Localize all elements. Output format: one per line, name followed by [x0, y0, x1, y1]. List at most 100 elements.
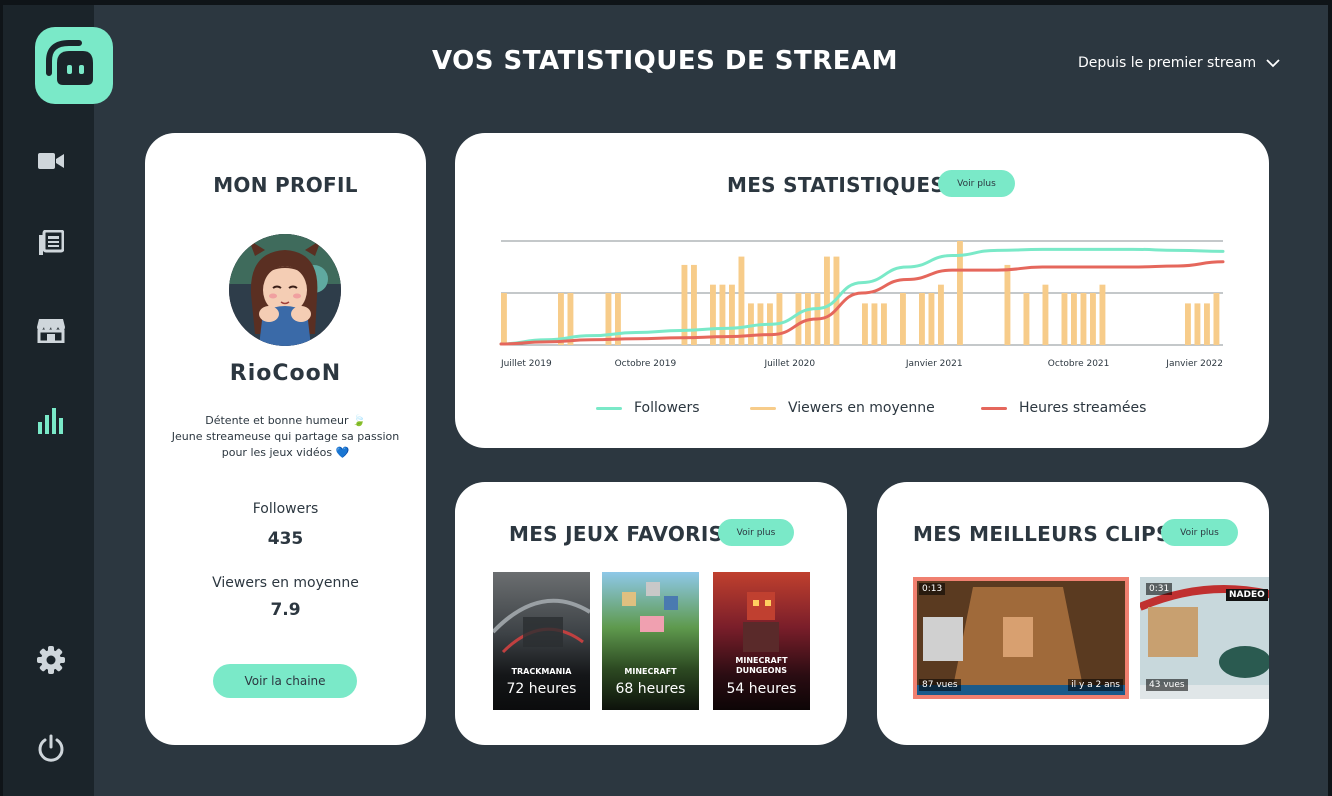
chart-bar [1194, 303, 1201, 345]
chart-x-tick-label: Juillet 2019 [500, 359, 552, 369]
viewers-label: Viewers en moyenne [212, 575, 359, 591]
game-hours: 68 heures [615, 681, 686, 697]
game-card-minecraft[interactable]: MINECRAFT 68 heures [602, 572, 699, 710]
clip-age: il y a 2 ans [1068, 679, 1123, 691]
chart-bar [1090, 293, 1096, 345]
profile-title: MON PROFIL [213, 173, 358, 197]
chart-bar [1099, 284, 1106, 345]
chart-bar [1061, 293, 1068, 345]
clip-thumbnail[interactable]: 0:31 NADEO 43 vues [1140, 577, 1269, 699]
chart-bar [1004, 264, 1011, 345]
chart-bar [1042, 284, 1049, 345]
clip-views: 87 vues [919, 679, 961, 691]
chart-bar [1213, 293, 1220, 345]
best-clips-title: MES MEILLEURS CLIPS [913, 522, 1171, 546]
chart-bar [881, 303, 887, 345]
chart-bar [919, 293, 925, 345]
view-channel-button[interactable]: Voir la chaine [213, 664, 357, 698]
favorite-games-more-button[interactable]: Voir plus [718, 519, 794, 546]
chart-bar [938, 284, 944, 345]
followers-label: Followers [252, 501, 319, 517]
chart-bar [1185, 303, 1191, 345]
sidebar-item-video[interactable] [31, 141, 71, 181]
chart-bar [1204, 303, 1210, 345]
streamlabs-logo-icon [46, 40, 93, 85]
legend-swatch-viewers [750, 406, 776, 410]
chart-bar [1071, 293, 1077, 345]
profile-bio: Détente et bonne humeur 🍃 Jeune streameu… [165, 413, 406, 461]
page-title: VOS STATISTIQUES DE STREAM [431, 46, 899, 76]
chart-bar [928, 293, 935, 345]
avatar-illustration [229, 234, 341, 346]
chart-x-tick-label: Janvier 2022 [1165, 359, 1223, 369]
chart-bar [871, 303, 878, 345]
chart-x-tick-label: Janvier 2021 [905, 359, 963, 369]
chart-bar [501, 293, 507, 345]
best-clips-card: MES MEILLEURS CLIPS Voir plus 0:13 87 vu… [877, 482, 1269, 745]
sidebar-item-statistics[interactable] [31, 400, 71, 440]
chart-bar [795, 293, 802, 345]
best-clips-more-button[interactable]: Voir plus [1161, 519, 1238, 546]
chart-bar [824, 256, 830, 345]
sidebar-item-news[interactable] [31, 223, 71, 263]
sidebar [0, 5, 113, 796]
chart-bar [738, 256, 745, 345]
bar-chart-icon [38, 408, 63, 434]
legend-item-followers: Followers [596, 400, 700, 416]
game-name: TRACKMANIA [511, 667, 572, 676]
statistics-chart: Juillet 2019 Octobre 2019 Juillet 2020 Janv… [499, 240, 1225, 369]
chart-x-tick-label: Juillet 2020 [763, 359, 815, 369]
period-dropdown[interactable]: Depuis le premier stream [1078, 55, 1280, 71]
sidebar-item-store[interactable] [31, 310, 71, 350]
newspaper-icon [39, 230, 64, 255]
window-top-border [0, 0, 1332, 5]
video-camera-icon [38, 153, 64, 169]
bio-line: Jeune streameuse qui partage sa passion [171, 430, 400, 443]
legend-item-hours: Heures streamées [981, 400, 1146, 416]
followers-value: 435 [267, 529, 304, 549]
sidebar-item-settings[interactable] [31, 640, 71, 680]
bio-line: pour les jeux vidéos 💙 [221, 446, 350, 459]
chart-bar [862, 303, 868, 345]
game-card-minecraft-dungeons[interactable]: MINECRAFT DUNGEONS 54 heures [713, 572, 810, 710]
avatar [229, 234, 341, 346]
chart-bar [681, 264, 688, 345]
viewers-value: 7.9 [270, 600, 301, 620]
chart-bar [776, 293, 783, 345]
legend-item-viewers: Viewers en moyenne [750, 400, 935, 416]
clip-sponsor-badge: NADEO [1226, 589, 1268, 601]
clip-duration: 0:31 [1146, 583, 1173, 595]
chart-x-tick-label: Octobre 2021 [1048, 359, 1110, 369]
app-logo[interactable] [35, 27, 113, 104]
chart-bar [605, 293, 612, 345]
legend-label-viewers: Viewers en moyenne [788, 400, 935, 416]
clip-views: 43 vues [1146, 679, 1188, 691]
chart-x-tick-label: Octobre 2019 [615, 359, 677, 369]
window-right-border [1328, 0, 1332, 796]
statistics-card: MES STATISTIQUES Voir plus Juillet 2019 O… [455, 133, 1269, 448]
period-dropdown-label: Depuis le premier stream [1078, 55, 1257, 71]
clip-thumbnail[interactable]: 0:13 87 vues il y a 2 ans [913, 577, 1129, 699]
chevron-down-icon [1266, 58, 1280, 67]
sidebar-item-logout[interactable] [31, 728, 71, 768]
game-name: MINECRAFT DUNGEONS [735, 656, 788, 675]
game-hours: 72 heures [506, 681, 577, 697]
chart-bar [615, 293, 621, 345]
favorite-games-title: MES JEUX FAVORIS [509, 522, 724, 546]
legend-label-followers: Followers [634, 400, 700, 416]
gear-icon [37, 646, 65, 674]
chart-bar [691, 264, 697, 345]
power-icon [38, 734, 64, 762]
game-card-trackmania[interactable]: TRACKMANIA 72 heures [493, 572, 590, 710]
game-name: MINECRAFT [624, 667, 677, 676]
store-icon [37, 319, 65, 343]
legend-swatch-followers [596, 406, 622, 410]
favorite-games-card: MES JEUX FAVORIS Voir plus TRACKMANIA 72… [455, 482, 847, 745]
legend-label-hours: Heures streamées [1019, 400, 1147, 416]
game-hours: 54 heures [726, 681, 797, 697]
legend-swatch-hours [981, 406, 1007, 410]
chart-bar [1023, 293, 1030, 345]
chart-bar [1080, 293, 1087, 345]
clip-duration: 0:13 [919, 583, 946, 595]
chart-bar [900, 293, 906, 345]
